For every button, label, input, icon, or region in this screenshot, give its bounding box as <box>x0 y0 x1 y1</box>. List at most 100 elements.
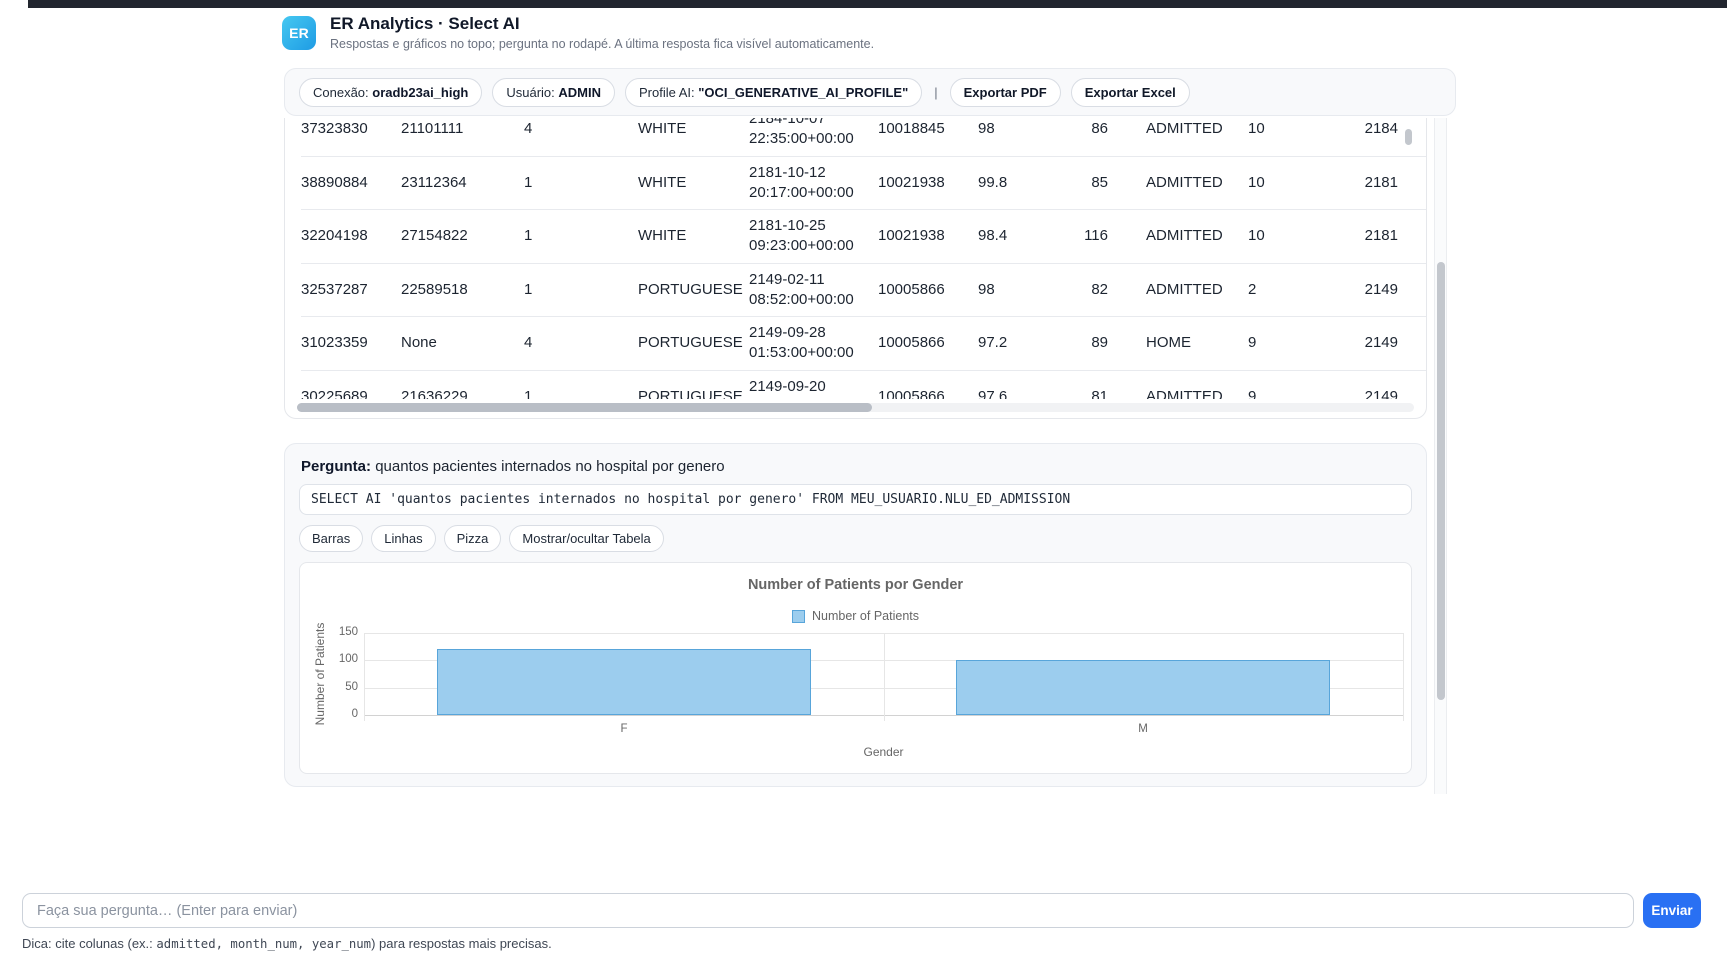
table-cell: 21636229 <box>401 370 524 399</box>
export-pdf-button[interactable]: Exportar PDF <box>950 78 1061 107</box>
table-cell: ADMITTED <box>1118 118 1248 156</box>
table-cell: 98.4 <box>978 210 1058 264</box>
table-cell: 10005866 <box>878 317 978 371</box>
y-axis-title: Number of Patients <box>313 594 327 754</box>
chip-pizza[interactable]: Pizza <box>444 525 502 552</box>
toolbar: Conexão: oradb23ai_high Usuário: ADMIN P… <box>284 68 1456 116</box>
table-cell: 2181-10-25 09:23:00+00:00 <box>749 210 878 264</box>
bar-f <box>437 649 811 715</box>
table-cell: 2149 <box>1353 263 1426 317</box>
results-table: 37323830211011114WHITE2184-10-07 22:35:0… <box>301 118 1426 399</box>
hint-text: Dica: cite colunas (ex.: admitted, month… <box>22 936 552 951</box>
table-vertical-scrollbar-thumb[interactable] <box>1405 129 1412 145</box>
table-cell: 82 <box>1058 263 1118 317</box>
question-label: Pergunta: <box>301 458 375 475</box>
table-cell: 81 <box>1058 370 1118 399</box>
question-text: quantos pacientes internados no hospital… <box>375 458 724 475</box>
table-horizontal-scrollbar[interactable] <box>297 403 1414 412</box>
table-row: 38890884231123641WHITE2181-10-12 20:17:0… <box>301 156 1426 210</box>
table-cell: 2181 <box>1353 156 1426 210</box>
connection-pill: Conexão: oradb23ai_high <box>299 78 482 107</box>
table-cell: WHITE <box>638 118 749 156</box>
table-cell: 2149 <box>1353 317 1426 371</box>
table-cell: 32204198 <box>301 210 401 264</box>
chart-card: Number of Patients por Gender Number of … <box>299 562 1412 774</box>
table-cell: None <box>401 317 524 371</box>
question-input[interactable] <box>22 893 1634 928</box>
gridline <box>884 633 885 721</box>
table-cell: 4 <box>524 118 638 156</box>
composer-bar: Enviar Dica: cite colunas (ex.: admitted… <box>0 885 1727 957</box>
table-cell: 2149 <box>1353 370 1426 399</box>
table-cell: 2181 <box>1353 210 1426 264</box>
top-dark-strip <box>28 0 1727 8</box>
table-row: 30225689216362291PORTUGUESE2149-09-20 05… <box>301 370 1426 399</box>
responses-scroll-region[interactable]: 37323830211011114WHITE2184-10-07 22:35:0… <box>284 118 1427 794</box>
table-cell: 1 <box>524 210 638 264</box>
response-card: Pergunta: quantos pacientes internados n… <box>284 443 1427 787</box>
question-line: Pergunta: quantos pacientes internados n… <box>301 458 1412 475</box>
table-cell: ADMITTED <box>1118 263 1248 317</box>
table-cell: WHITE <box>638 210 749 264</box>
results-table-card: 37323830211011114WHITE2184-10-07 22:35:0… <box>284 118 1427 419</box>
table-cell: 10018845 <box>878 118 978 156</box>
send-button[interactable]: Enviar <box>1643 893 1701 928</box>
page-scrollbar[interactable] <box>1434 118 1447 794</box>
table-cell: 4 <box>524 317 638 371</box>
table-cell: 99.8 <box>978 156 1058 210</box>
export-excel-button[interactable]: Exportar Excel <box>1071 78 1190 107</box>
table-cell: 37323830 <box>301 118 401 156</box>
table-cell: 86 <box>1058 118 1118 156</box>
table-cell: HOME <box>1118 317 1248 371</box>
page-subtitle: Respostas e gráficos no topo; pergunta n… <box>330 37 874 51</box>
table-cell: 32537287 <box>301 263 401 317</box>
bar-m <box>956 660 1330 715</box>
chip-linhas[interactable]: Linhas <box>371 525 435 552</box>
x-axis-title: Gender <box>364 745 1403 759</box>
table-cell: 30225689 <box>301 370 401 399</box>
x-tick-label: F <box>594 723 654 735</box>
gridline <box>1403 633 1404 721</box>
table-row: 31023359None4PORTUGUESE2149-09-28 01:53:… <box>301 317 1426 371</box>
gridline <box>364 633 365 721</box>
page-scrollbar-thumb[interactable] <box>1437 262 1445 700</box>
table-cell: 38890884 <box>301 156 401 210</box>
table-cell: 116 <box>1058 210 1118 264</box>
table-cell: 10 <box>1248 156 1353 210</box>
hint-code: admitted, month_num, year_num <box>156 937 371 951</box>
table-row: 32204198271548221WHITE2181-10-25 09:23:0… <box>301 210 1426 264</box>
chart-plot-area: 050100150FM <box>364 563 1403 774</box>
table-row: 32537287225895181PORTUGUESE2149-02-11 08… <box>301 263 1426 317</box>
table-horizontal-scrollbar-thumb[interactable] <box>297 403 872 412</box>
table-cell: 31023359 <box>301 317 401 371</box>
table-cell: 89 <box>1058 317 1118 371</box>
y-tick-label: 50 <box>318 681 358 693</box>
page-title: ER Analytics · Select AI <box>330 14 874 34</box>
table-cell: PORTUGUESE <box>638 263 749 317</box>
table-cell: 98 <box>978 118 1058 156</box>
table-cell: 2149-09-20 05:50:00+00:00 <box>749 370 878 399</box>
table-cell: 10005866 <box>878 370 978 399</box>
chip-barras[interactable]: Barras <box>299 525 363 552</box>
table-cell: 85 <box>1058 156 1118 210</box>
x-tick-label: M <box>1113 723 1173 735</box>
chip-mostrar-ocultar-tabela[interactable]: Mostrar/ocultar Tabela <box>509 525 663 552</box>
table-cell: 10021938 <box>878 210 978 264</box>
table-cell: 10021938 <box>878 156 978 210</box>
table-cell: 9 <box>1248 370 1353 399</box>
table-cell: 98 <box>978 263 1058 317</box>
y-tick-label: 150 <box>318 626 358 638</box>
table-cell: 1 <box>524 370 638 399</box>
table-cell: WHITE <box>638 156 749 210</box>
table-cell: 2149-02-11 08:52:00+00:00 <box>749 263 878 317</box>
table-cell: 1 <box>524 156 638 210</box>
table-cell: 2184 <box>1353 118 1426 156</box>
results-table-viewport: 37323830211011114WHITE2184-10-07 22:35:0… <box>285 118 1426 399</box>
user-pill: Usuário: ADMIN <box>492 78 615 107</box>
table-cell: 21101111 <box>401 118 524 156</box>
table-cell: 97.6 <box>978 370 1058 399</box>
table-cell: 23112364 <box>401 156 524 210</box>
table-cell: 9 <box>1248 317 1353 371</box>
table-cell: ADMITTED <box>1118 156 1248 210</box>
table-cell: 10005866 <box>878 263 978 317</box>
